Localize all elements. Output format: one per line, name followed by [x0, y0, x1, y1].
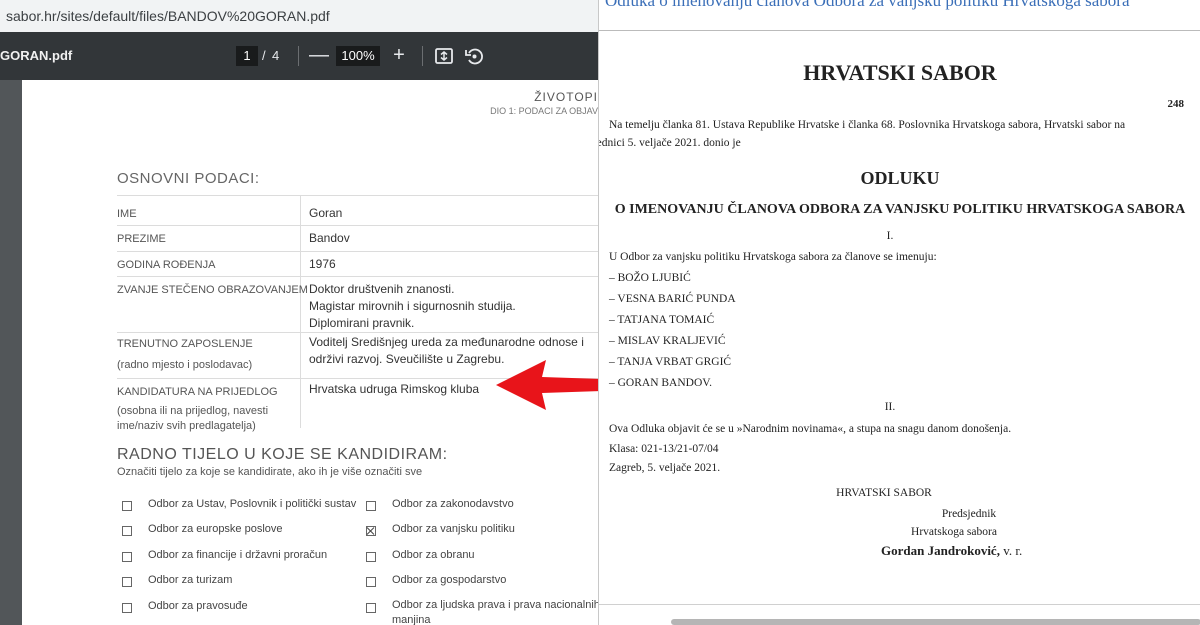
- red-arrow-icon: [494, 358, 598, 414]
- committee-label: Odbor za turizam: [148, 574, 233, 586]
- field-value-godina: 1976: [309, 257, 336, 271]
- committee-label: Odbor za pravosuđe: [148, 600, 248, 612]
- field-label-zaposlenje: TRENUTNO ZAPOSLENJE: [117, 338, 253, 350]
- committee-label-continuation: manjina: [392, 614, 431, 625]
- table-divider: [117, 225, 598, 226]
- rotate-icon[interactable]: [462, 44, 486, 68]
- pdf-filename: GORAN.pdf: [0, 48, 73, 63]
- field-label-prezime: PREZIME: [117, 233, 166, 245]
- committee-checkbox[interactable]: [122, 552, 132, 562]
- committee-checkbox[interactable]: [122, 577, 132, 587]
- committee-checkbox[interactable]: [366, 501, 376, 511]
- committee-checkbox[interactable]: [122, 501, 132, 511]
- zoom-level-input[interactable]: 100%: [336, 46, 380, 66]
- pdf-toolbar: GORAN.pdf 1 / 4 — 100% +: [0, 32, 598, 80]
- field-value-zaposlenje-line2: održivi razvoj. Sveučilište u Zagrebu.: [309, 352, 505, 366]
- signature-name: Gordan Jandroković,: [881, 543, 1000, 558]
- field-sublabel-kandidatura-line2: ime/naziv svih predlagatelja): [117, 420, 256, 432]
- member-list-item: – TANJA VRBAT GRGIĆ: [609, 356, 732, 368]
- field-label-ime: IME: [117, 208, 137, 220]
- field-sublabel-kandidatura-line1: (osobna ili na prijedlog, navesti: [117, 405, 269, 417]
- committee-label: Odbor za obranu: [392, 549, 475, 561]
- signature-name-block: Gordan Jandroković, v. r.: [881, 543, 1022, 559]
- page-number: 248: [1167, 98, 1185, 110]
- field-label-kandidatura: KANDIDATURA NA PRIJEDLOG: [117, 386, 278, 398]
- table-divider: [117, 195, 598, 196]
- field-value-zvanje-line1: Doktor društvenih znanosti.: [309, 282, 455, 296]
- address-bar[interactable]: sabor.hr/sites/default/files/BANDOV%20GO…: [0, 0, 598, 33]
- decision-subject: O IMENOVANJU ČLANOVA ODBORA ZA VANJSKU P…: [614, 202, 1186, 217]
- table-divider: [117, 251, 598, 252]
- table-divider: [117, 332, 598, 333]
- signature-role-line1: Predsjednik: [941, 508, 997, 520]
- member-list-item: – BOŽO LJUBIĆ: [609, 272, 691, 284]
- committee-label: Odbor za europske poslove: [148, 523, 283, 535]
- section-committee-instruction: Označiti tijelo za koje se kandidirate, …: [117, 466, 423, 478]
- table-divider: [117, 276, 598, 277]
- toolbar-divider: [298, 46, 299, 66]
- table-column-divider: [300, 196, 301, 428]
- committee-label: Odbor za ljudska prava i prava nacionaln…: [392, 599, 598, 611]
- effect-text: Ova Odluka objavit će se u »Narodnim nov…: [609, 423, 1012, 435]
- field-value-zaposlenje-line1: Voditelj Središnjeg ureda za međunarodne…: [309, 335, 584, 349]
- toolbar-divider: [422, 46, 423, 66]
- member-list-item: – GORAN BANDOV.: [609, 377, 712, 389]
- field-label-godina: GODINA ROĐENJA: [117, 259, 216, 271]
- section-committee-title: RADNO TIJELO U KOJE SE KANDIDIRAM:: [117, 446, 448, 463]
- pdf-viewer-window: sabor.hr/sites/default/files/BANDOV%20GO…: [0, 0, 598, 625]
- page-total: 4: [272, 48, 280, 63]
- horizontal-scrollbar[interactable]: [671, 619, 1200, 625]
- committee-label: Odbor za vanjsku politiku: [392, 523, 515, 535]
- zoom-in-button[interactable]: +: [388, 42, 410, 68]
- page-number-input[interactable]: 1: [236, 46, 258, 66]
- document-title-link[interactable]: Odluka o imenovanju članova Odbora za va…: [605, 0, 1130, 11]
- parliament-title: HRVATSKI SABOR: [803, 60, 997, 85]
- committee-label: Odbor za gospodarstvo: [392, 574, 507, 586]
- field-sublabel-zaposlenje: (radno mjesto i poslodavac): [117, 359, 253, 371]
- section-number-2: II.: [884, 401, 896, 413]
- committee-label: Odbor za financije i državni proračun: [148, 549, 328, 561]
- intro-text-line1: Na temelju članka 81. Ustava Republike H…: [609, 119, 1126, 131]
- signature-vr: v. r.: [999, 543, 1023, 558]
- place-date-text: Zagreb, 5. veljače 2021.: [609, 462, 721, 474]
- section-number-1: I.: [886, 230, 894, 242]
- field-value-zvanje-line2: Magistar mirovnih i sigurnosnih studija.: [309, 299, 516, 313]
- field-value-ime: Goran: [309, 206, 343, 220]
- field-label-zvanje: ZVANJE STEČENO OBRAZOVANJEM: [117, 284, 308, 296]
- committee-label: Odbor za zakonodavstvo: [392, 498, 514, 510]
- committee-checkbox[interactable]: [366, 603, 376, 613]
- cv-header-title: ŽIVOTOPI: [534, 90, 598, 104]
- address-bar-url[interactable]: sabor.hr/sites/default/files/BANDOV%20GO…: [6, 8, 330, 24]
- page-separator: /: [262, 48, 266, 63]
- member-list-item: – MISLAV KRALJEVIĆ: [609, 335, 726, 347]
- signature-role-line2: Hrvatskoga sabora: [911, 526, 997, 538]
- section-basic-info-title: OSNOVNI PODACI:: [117, 170, 260, 187]
- committee-label: Odbor za Ustav, Poslovnik i politički su…: [148, 498, 357, 510]
- committee-checkbox[interactable]: [366, 577, 376, 587]
- field-value-zvanje-line3: Diplomirani pravnik.: [309, 316, 415, 330]
- member-list-item: – VESNA BARIĆ PUNDA: [609, 293, 736, 305]
- gazette-document: Odluka o imenovanju članova Odbora za va…: [598, 0, 1200, 625]
- pdf-page: ŽIVOTOPI DIO 1: PODACI ZA OBJAV OSNOVNI …: [22, 80, 598, 625]
- field-value-kandidatura: Hrvatska udruga Rimskog kluba: [309, 382, 480, 396]
- intro-text-line2: sjednici 5. veljače 2021. donio je: [598, 137, 741, 149]
- committee-checkbox[interactable]: [122, 603, 132, 613]
- fit-page-icon[interactable]: [432, 44, 456, 68]
- appointment-text: U Odbor za vanjsku politiku Hrvatskoga s…: [609, 251, 937, 263]
- decision-title: ODLUKU: [860, 168, 940, 188]
- zoom-out-button[interactable]: —: [308, 42, 330, 68]
- member-list-item: – TATJANA TOMAIĆ: [609, 314, 715, 326]
- field-value-prezime: Bandov: [309, 231, 350, 245]
- signature-body: HRVATSKI SABOR: [836, 487, 932, 499]
- cv-header-subtitle: DIO 1: PODACI ZA OBJAV: [490, 106, 598, 116]
- header-divider: [599, 30, 1200, 31]
- committee-checkbox[interactable]: [122, 526, 132, 536]
- committee-checkbox-checked[interactable]: [366, 526, 376, 536]
- footer-divider: [599, 604, 1200, 605]
- committee-checkbox[interactable]: [366, 552, 376, 562]
- klasa-text: Klasa: 021-13/21-07/04: [609, 443, 719, 455]
